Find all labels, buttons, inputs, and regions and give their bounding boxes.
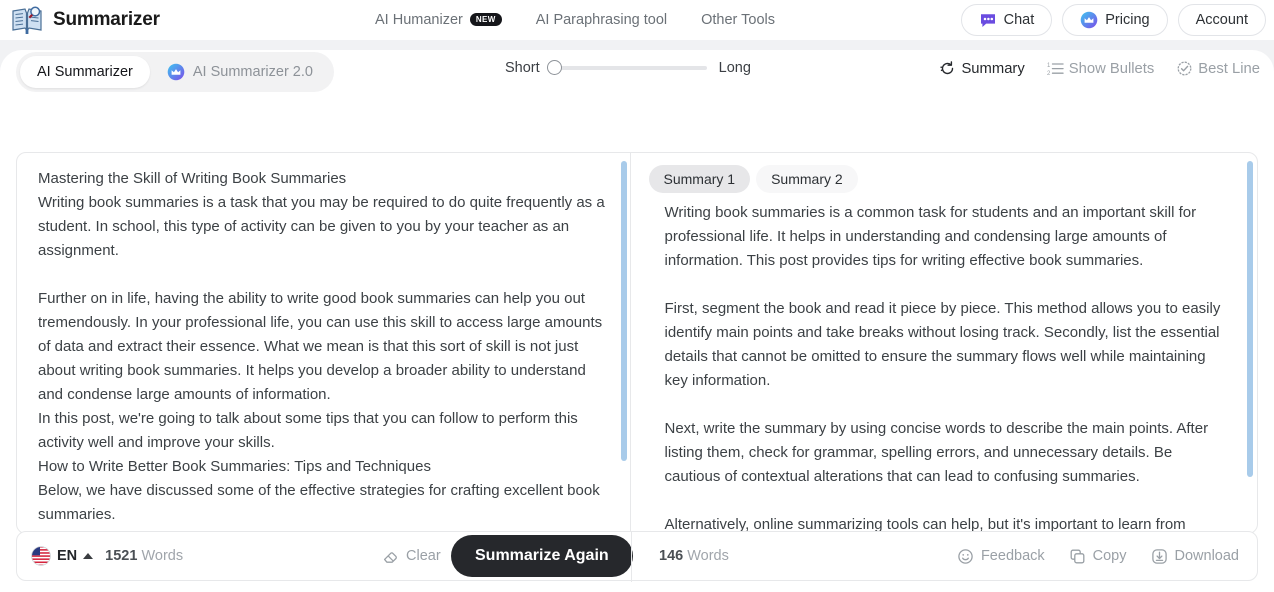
pricing-label: Pricing — [1105, 12, 1150, 28]
top-navigation-bar: Summarizer AI Humanizer NEW AI Paraphras… — [0, 0, 1274, 40]
source-word-count-number: 1521 — [105, 548, 138, 564]
summary-output[interactable]: Writing book summaries is a common task … — [631, 153, 1258, 533]
summary-scrollbar[interactable] — [1247, 161, 1253, 477]
check-badge-icon — [1177, 61, 1192, 76]
summarizer-version-toggle: AI Summarizer AI Summarizer 2.0 — [16, 52, 334, 92]
svg-text:1: 1 — [1047, 63, 1051, 69]
numbered-list-icon: 1 2 — [1047, 63, 1064, 77]
bottom-action-bar: EN 1521 Words Clear Summarize Again 146 … — [16, 531, 1258, 582]
mode-label: Best Line — [1198, 60, 1260, 77]
summary-pane: Summary 1 Summary 2 Writing book summari… — [631, 153, 1258, 533]
mode-label: Summary — [961, 60, 1025, 77]
crown-icon — [167, 63, 185, 81]
header-actions: Chat Pricing Account — [960, 0, 1266, 40]
mode-summary[interactable]: Summary — [939, 60, 1025, 77]
mode-best-line[interactable]: Best Line — [1176, 60, 1260, 77]
result-word-count: 146 Words — [659, 548, 729, 564]
length-slider[interactable] — [546, 60, 707, 75]
length-slider-group: Short Long — [505, 60, 751, 76]
language-code: EN — [57, 548, 78, 564]
nav-label: AI Paraphrasing tool — [535, 12, 668, 28]
us-flag-icon — [31, 546, 51, 566]
summary-tabs: Summary 1 Summary 2 — [648, 165, 858, 193]
feedback-label: Feedback — [980, 548, 1045, 564]
output-mode-group: Summary 1 2 Show Bullets Best Line — [939, 60, 1260, 77]
mode-show-bullets[interactable]: 1 2 Show Bullets — [1047, 60, 1155, 78]
copy-label: Copy — [1092, 548, 1127, 564]
download-icon — [1151, 548, 1167, 564]
editor-panes: Mastering the Skill of Writing Book Summ… — [16, 152, 1258, 534]
feedback-button[interactable]: Feedback — [957, 548, 1045, 565]
download-button[interactable]: Download — [1151, 548, 1240, 565]
nav-label: Other Tools — [701, 12, 775, 28]
eraser-icon — [383, 551, 397, 563]
caret-up-icon — [83, 553, 94, 559]
refresh-icon — [940, 61, 954, 75]
new-badge: NEW — [469, 12, 502, 26]
mode-label: Show Bullets — [1068, 60, 1155, 77]
main-nav: AI Humanizer NEW AI Paraphrasing tool Ot… — [375, 0, 775, 40]
nav-item-other-tools[interactable]: Other Tools — [701, 12, 775, 28]
segment-ai-summarizer-2[interactable]: AI Summarizer 2.0 — [150, 56, 330, 88]
app-title: Summarizer — [53, 9, 160, 30]
chat-button[interactable]: Chat — [960, 4, 1053, 36]
nav-item-ai-humanizer[interactable]: AI Humanizer NEW — [375, 12, 502, 28]
copy-icon — [1070, 549, 1085, 563]
result-word-count-unit: Words — [687, 548, 729, 564]
account-label: Account — [1195, 12, 1248, 28]
svg-text:2: 2 — [1047, 71, 1051, 77]
bottom-divider — [631, 532, 632, 582]
brand-logo[interactable]: Summarizer — [10, 5, 160, 35]
download-label: Download — [1174, 548, 1240, 564]
slider-max-label: Long — [718, 60, 751, 76]
source-textarea[interactable]: Mastering the Skill of Writing Book Summ… — [17, 153, 630, 533]
clear-button[interactable]: Clear — [382, 548, 441, 565]
result-actions: Feedback Copy Download — [957, 548, 1239, 565]
tab-summary-1[interactable]: Summary 1 — [648, 165, 751, 193]
pricing-button[interactable]: Pricing — [1062, 4, 1168, 36]
chat-bubble-icon — [980, 14, 995, 27]
crown-icon — [1080, 11, 1098, 29]
nav-item-ai-paraphrasing-tool[interactable]: AI Paraphrasing tool — [536, 12, 667, 28]
segment-label: AI Summarizer 2.0 — [192, 64, 313, 80]
slider-handle[interactable] — [546, 60, 562, 75]
copy-button[interactable]: Copy — [1069, 548, 1127, 565]
smiley-icon — [958, 548, 973, 564]
tab-summary-2[interactable]: Summary 2 — [756, 165, 858, 193]
chat-label: Chat — [1003, 12, 1035, 28]
source-word-count: 1521 Words — [105, 548, 183, 564]
summarize-again-button[interactable]: Summarize Again — [451, 535, 633, 577]
language-selector[interactable]: EN — [31, 546, 94, 566]
result-word-count-number: 146 — [659, 548, 684, 564]
source-pane: Mastering the Skill of Writing Book Summ… — [17, 153, 631, 533]
segment-label: AI Summarizer — [37, 64, 133, 80]
source-word-count-unit: Words — [141, 548, 184, 564]
clear-label: Clear — [406, 548, 441, 564]
account-button[interactable]: Account — [1177, 4, 1266, 36]
segment-ai-summarizer[interactable]: AI Summarizer — [20, 56, 150, 88]
source-scrollbar[interactable] — [620, 161, 627, 461]
slider-min-label: Short — [505, 60, 540, 76]
nav-label: AI Humanizer — [375, 12, 463, 28]
source-status-group: EN 1521 Words — [31, 546, 183, 566]
book-search-icon — [12, 6, 42, 34]
tool-options-row: AI Summarizer AI Summarizer 2.0 Short Lo… — [0, 52, 1274, 102]
